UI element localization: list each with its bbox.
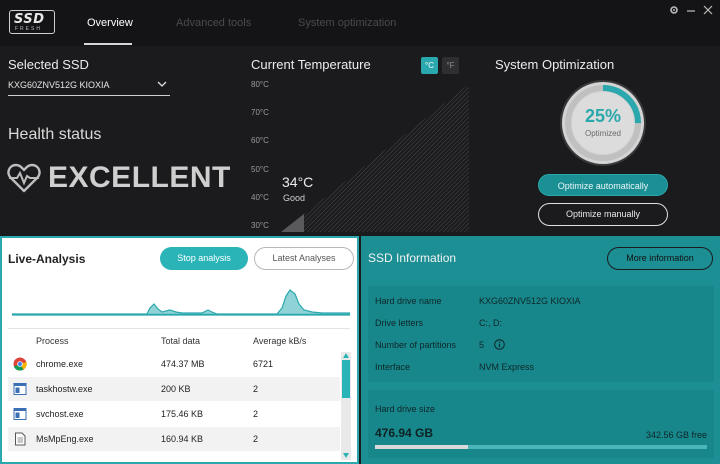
total-data: 175.46 KB bbox=[161, 409, 204, 419]
selected-ssd-title: Selected SSD bbox=[8, 57, 89, 72]
ssd-information-title: SSD Information bbox=[368, 251, 457, 265]
temp-tick-label: 60°C bbox=[251, 136, 269, 145]
temperature-status: Good bbox=[283, 193, 306, 203]
document-icon bbox=[15, 432, 26, 446]
temp-tick-label: 40°C bbox=[251, 193, 269, 202]
temp-tick-label: 30°C bbox=[251, 221, 269, 230]
app-window-icon bbox=[13, 383, 27, 395]
average-rate: 2 bbox=[253, 434, 259, 444]
tab-system-optimization[interactable]: System optimization bbox=[298, 17, 396, 29]
optimization-title: System Optimization bbox=[495, 57, 615, 72]
temp-tick-label: 50°C bbox=[251, 165, 269, 174]
chevron-down-icon bbox=[157, 81, 167, 87]
process-name: svchost.exe bbox=[36, 409, 84, 419]
process-name: MsMpEng.exe bbox=[36, 434, 94, 444]
temp-tick-label: 80°C bbox=[251, 80, 269, 89]
health-status-value: EXCELLENT bbox=[48, 161, 231, 194]
stop-analysis-button[interactable]: Stop analysis bbox=[160, 247, 248, 270]
close-icon[interactable] bbox=[703, 5, 713, 15]
live-analysis-title: Live-Analysis bbox=[8, 252, 86, 266]
process-name: chrome.exe bbox=[36, 359, 84, 369]
temperature-gauge-chart bbox=[281, 84, 469, 232]
ssd-info-grid: Hard drive name KXG60ZNV512G KIOXIA Driv… bbox=[368, 286, 714, 382]
table-divider bbox=[8, 328, 350, 329]
drive-usage-bar bbox=[375, 445, 707, 449]
info-key: Interface bbox=[375, 362, 411, 372]
info-value: KXG60ZNV512G KIOXIA bbox=[479, 296, 581, 306]
health-status-label: Health status bbox=[8, 126, 102, 143]
chrome-icon bbox=[13, 357, 27, 371]
table-row[interactable]: chrome.exe 474.37 MB 6721 bbox=[8, 352, 340, 376]
total-data: 160.94 KB bbox=[161, 434, 204, 444]
optimize-automatically-button[interactable]: Optimize automatically bbox=[538, 174, 668, 196]
temp-level-fill bbox=[281, 213, 305, 232]
optimization-percent: 25% bbox=[584, 106, 622, 126]
info-circle-icon[interactable] bbox=[494, 339, 505, 350]
average-rate: 6721 bbox=[253, 359, 274, 369]
average-rate: 2 bbox=[253, 384, 259, 394]
average-rate: 2 bbox=[253, 409, 259, 419]
info-key: Drive letters bbox=[375, 318, 424, 328]
temp-range-wedge bbox=[281, 84, 469, 232]
hard-drive-free-value: 342.56 GB free bbox=[645, 430, 707, 440]
active-tab-indicator bbox=[84, 43, 132, 45]
live-activity-chart bbox=[12, 289, 350, 316]
optimization-sub-label: Optimized bbox=[584, 129, 621, 138]
table-row[interactable]: svchost.exe 175.46 KB 2 bbox=[8, 402, 340, 426]
ssd-select-dropdown[interactable]: KXG60ZNV512G KIOXIA bbox=[8, 78, 170, 96]
tab-advanced-tools[interactable]: Advanced tools bbox=[176, 17, 251, 29]
latest-analyses-button[interactable]: Latest Analyses bbox=[254, 247, 354, 270]
more-information-button[interactable]: More information bbox=[607, 247, 713, 270]
app-window-icon bbox=[13, 408, 27, 420]
hard-drive-size-label: Hard drive size bbox=[375, 404, 436, 414]
column-header-total-data[interactable]: Total data bbox=[161, 336, 200, 346]
hard-drive-size-value: 476.94 GB bbox=[375, 426, 434, 440]
logo-sub-text: FRESH bbox=[15, 26, 42, 32]
celsius-toggle[interactable]: °C bbox=[421, 57, 438, 74]
tab-overview[interactable]: Overview bbox=[87, 17, 133, 29]
live-analysis-panel: Live-Analysis Stop analysis Latest Analy… bbox=[0, 236, 359, 464]
info-value: NVM Express bbox=[479, 362, 535, 372]
scrollbar-thumb[interactable] bbox=[342, 360, 350, 398]
info-key: Number of partitions bbox=[375, 340, 457, 350]
scroll-down-icon[interactable] bbox=[342, 452, 350, 459]
minimize-icon[interactable] bbox=[686, 5, 696, 15]
info-value: C:, D: bbox=[479, 318, 503, 328]
total-data: 200 KB bbox=[161, 384, 191, 394]
heartbeat-icon bbox=[7, 163, 41, 193]
info-key: Hard drive name bbox=[375, 296, 442, 306]
table-row[interactable]: MsMpEng.exe 160.94 KB 2 bbox=[8, 427, 340, 451]
table-row[interactable]: taskhostw.exe 200 KB 2 bbox=[8, 377, 340, 401]
total-data: 474.37 MB bbox=[161, 359, 205, 369]
process-name: taskhostw.exe bbox=[36, 384, 93, 394]
temp-tick-label: 70°C bbox=[251, 108, 269, 117]
logo-main-text: SSD bbox=[14, 12, 45, 27]
top-bar: SSD FRESH Overview Advanced tools System… bbox=[0, 0, 720, 46]
column-header-average[interactable]: Average kB/s bbox=[253, 336, 306, 346]
info-value: 5 bbox=[479, 340, 485, 350]
column-header-process[interactable]: Process bbox=[36, 336, 69, 346]
ssd-information-panel: SSD Information More information Hard dr… bbox=[361, 236, 720, 464]
fahrenheit-toggle[interactable]: °F bbox=[442, 57, 459, 74]
drive-usage-fill bbox=[375, 445, 468, 449]
scroll-up-icon[interactable] bbox=[342, 352, 350, 359]
temperature-title: Current Temperature bbox=[251, 57, 371, 72]
hard-drive-size-box: Hard drive size 476.94 GB 342.56 GB free bbox=[368, 390, 714, 458]
app-logo: SSD FRESH bbox=[9, 10, 55, 34]
ssd-select-value: KXG60ZNV512G KIOXIA bbox=[8, 80, 110, 90]
optimize-manually-button[interactable]: Optimize manually bbox=[538, 203, 668, 226]
temperature-value: 34°C bbox=[282, 174, 314, 190]
gear-icon[interactable] bbox=[669, 5, 679, 15]
